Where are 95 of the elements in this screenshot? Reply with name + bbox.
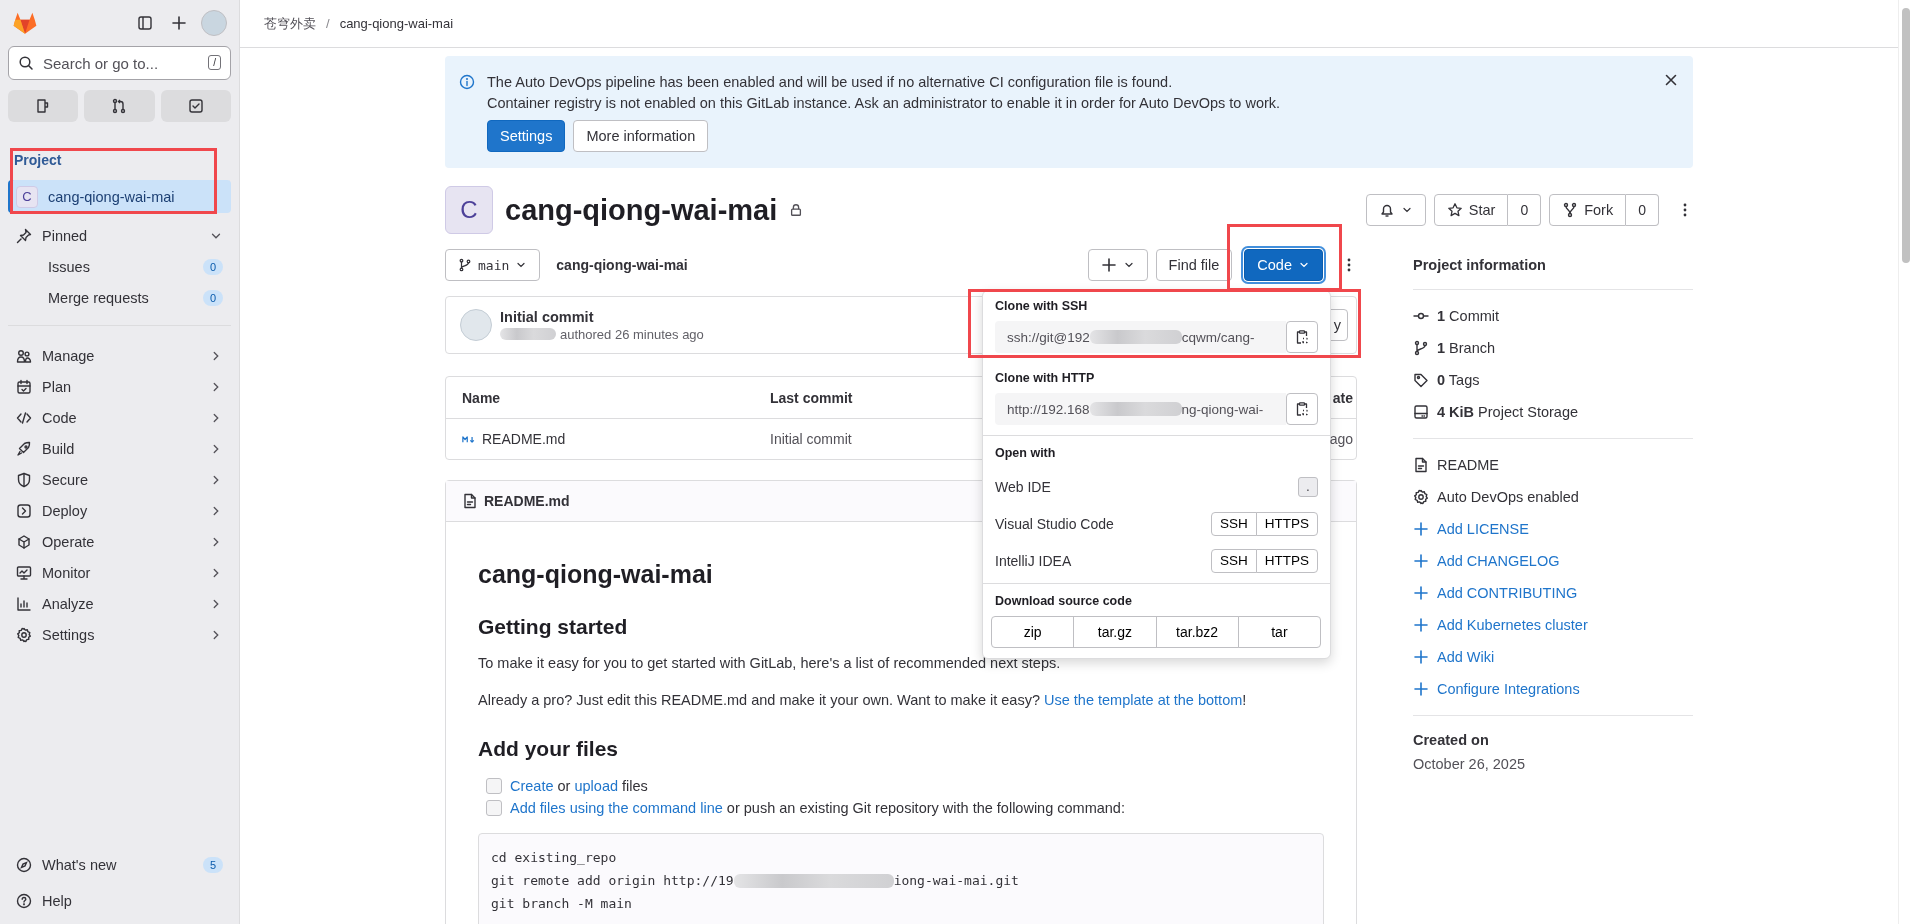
panel-heading: Project information [1413, 249, 1693, 290]
download-format-button[interactable]: tar.gz [1073, 616, 1157, 648]
nav-item[interactable]: Build [8, 433, 231, 464]
nav-item[interactable]: What's new 5 [8, 849, 231, 880]
download-format-button[interactable]: zip [991, 616, 1075, 648]
info-link[interactable]: README [1413, 449, 1693, 481]
nav-item[interactable]: Operate [8, 526, 231, 557]
stat-link[interactable]: 4 KiB Project Storage [1413, 396, 1693, 428]
count-badge: 0 [203, 258, 223, 275]
dropdown-heading: Download source code [995, 594, 1133, 608]
nav-item[interactable]: Pinned [8, 220, 231, 251]
project-avatar: C [16, 185, 38, 208]
code-text: git remote add origin http://19 [491, 873, 734, 888]
nav-item[interactable]: Issues 0 [8, 251, 231, 282]
file-link[interactable]: README.md [482, 431, 566, 447]
alert-message: The Auto DevOps pipeline has been enabled and will be used if no alternative CI configuration file is found. [487, 73, 1174, 92]
column-header: Name [462, 389, 502, 406]
nav-item[interactable]: Manage [8, 340, 231, 371]
commit-meta: authored 26 minutes ago [560, 326, 704, 342]
readme-filename: README.md [484, 493, 570, 509]
dropdown-heading: Clone with HTTP [995, 371, 1096, 385]
stat-link[interactable]: 1 Branch [1413, 332, 1693, 364]
code-text: iong-wai-mai.git [893, 873, 1019, 888]
column-header: ate [1332, 389, 1353, 406]
open-option-button[interactable]: SSH [1210, 548, 1257, 573]
star-count[interactable]: 0 [1508, 194, 1542, 226]
table-cell-text: Initial commit [770, 431, 853, 447]
task-text: Add files using the command line or push an existing Git repository with the following command: [510, 800, 1125, 816]
created-date: October 26, 2025 [1413, 756, 1527, 772]
open-option-button[interactable]: HTTPS [1255, 548, 1318, 573]
nav-item[interactable]: Analyze [8, 588, 231, 619]
readme-heading: Getting started [478, 615, 628, 639]
breadcrumb-separator: / [326, 16, 330, 31]
shortcut-key: / [208, 55, 221, 70]
star-button[interactable]: Star [1433, 194, 1509, 226]
code-text: git branch -M main [491, 896, 632, 911]
clone-url-field[interactable]: http://192.168 ng-qiong-wai- [995, 393, 1286, 425]
fork-button[interactable]: Fork [1549, 194, 1627, 226]
stat-link[interactable]: 1 Commit [1413, 300, 1693, 332]
repository-path[interactable]: cang-qiong-wai-mai [556, 257, 688, 273]
dropdown-heading: Clone with SSH [995, 299, 1089, 313]
readme-title: cang-qiong-wai-mai [478, 560, 713, 589]
section-title: Project [14, 152, 63, 168]
open-option-button[interactable]: HTTPS [1255, 511, 1318, 536]
nav-item[interactable]: Monitor [8, 557, 231, 588]
shortcut-key[interactable]: . [1298, 476, 1318, 497]
add-link[interactable]: Add LICENSE [1413, 513, 1693, 545]
download-format-button[interactable]: tar [1237, 616, 1321, 648]
add-link[interactable]: Configure Integrations [1413, 673, 1693, 705]
find-file-button[interactable]: Find file [1155, 249, 1233, 281]
count-badge: 5 [203, 856, 223, 873]
dropdown-heading: Open with [995, 446, 1057, 460]
project-title: cang-qiong-wai-mai [505, 193, 778, 227]
breadcrumb-link[interactable]: 苍穹外卖 [264, 14, 316, 33]
editor-label: IntelliJ IDEA [995, 552, 1072, 569]
column-header: Last commit [770, 389, 854, 406]
nav-item[interactable]: Help [8, 885, 231, 916]
task-link[interactable]: Create [510, 778, 554, 794]
task-link[interactable]: Add files using the command line [510, 800, 723, 816]
code-button[interactable]: Code [1244, 249, 1323, 281]
nav-item[interactable]: Deploy [8, 495, 231, 526]
nav-item[interactable]: Plan [8, 371, 231, 402]
project-avatar: C [445, 186, 493, 234]
fork-count[interactable]: 0 [1626, 194, 1659, 226]
nav-item[interactable]: Secure [8, 464, 231, 495]
task-text: Create or upload files [510, 778, 648, 794]
count-badge: 0 [203, 289, 223, 306]
add-link[interactable]: Add Wiki [1413, 641, 1693, 673]
more-information-button[interactable]: More information [573, 120, 709, 152]
panel-heading: Created on [1413, 732, 1490, 748]
branch-selector[interactable]: main [445, 249, 541, 281]
nav-item[interactable]: Merge requests 0 [8, 282, 231, 313]
clone-url-field[interactable]: ssh://git@192 cqwm/cang- [995, 321, 1286, 353]
editor-label: Visual Studio Code [995, 515, 1114, 532]
info-link[interactable]: Auto DevOps enabled [1413, 481, 1693, 513]
project-nav-item[interactable]: C cang-qiong-wai-mai [8, 180, 231, 213]
readme-paragraph: Already a pro? Just edit this README.md and make it your own. Want to make it easy? Use the template at the bottom! [478, 691, 1247, 710]
add-link[interactable]: Add CONTRIBUTING [1413, 577, 1693, 609]
add-link[interactable]: Add CHANGELOG [1413, 545, 1693, 577]
code-text: cd existing_repo [491, 850, 617, 865]
breadcrumb-link[interactable]: cang-qiong-wai-mai [339, 16, 454, 31]
task-link[interactable]: upload [574, 778, 619, 794]
settings-button[interactable]: Settings [487, 120, 566, 152]
readme-paragraph: To make it easy for you to get started with GitLab, here's a list of recommended next steps. [478, 654, 1061, 673]
table-cell: ago [1329, 431, 1353, 447]
editor-label: Web IDE [995, 478, 1051, 495]
commit-title[interactable]: Initial commit [500, 308, 704, 325]
nav-item[interactable]: Code [8, 402, 231, 433]
open-option-button[interactable]: SSH [1210, 511, 1257, 536]
stat-link[interactable]: 0 Tags [1413, 364, 1693, 396]
readme-heading: Add your files [478, 737, 619, 761]
nav-item[interactable]: Settings [8, 619, 231, 650]
download-format-button[interactable]: tar.bz2 [1155, 616, 1239, 648]
alert-message: Container registry is not enabled on this GitLab instance. Ask an administrator to enable it in order for Auto DevOps to work. [487, 94, 1282, 113]
add-link[interactable]: Add Kubernetes cluster [1413, 609, 1693, 641]
